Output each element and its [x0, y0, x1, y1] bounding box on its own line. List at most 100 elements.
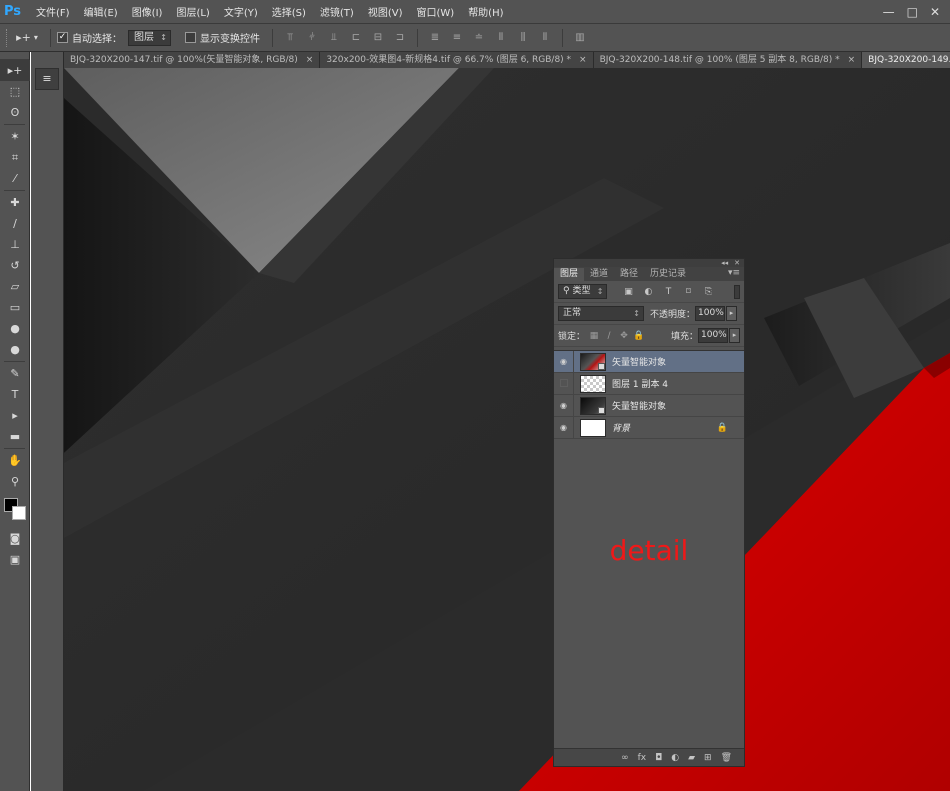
- type-filter-icon[interactable]: T: [661, 285, 675, 299]
- panel-menu-icon[interactable]: ▾≡: [728, 268, 740, 278]
- tab-close-icon[interactable]: ×: [579, 52, 587, 68]
- move-tool[interactable]: ▸+: [0, 60, 30, 81]
- visibility-eye-icon[interactable]: ◉: [554, 394, 574, 417]
- background-color-swatch[interactable]: [12, 506, 26, 520]
- lasso-tool[interactable]: ʘ: [0, 102, 30, 123]
- document-tab[interactable]: BJQ-320X200-147.tif @ 100%(矢量智能对象, RGB/8…: [64, 52, 321, 68]
- opacity-slider-button[interactable]: ▸: [726, 306, 738, 321]
- menu-item[interactable]: 滤镜(T): [320, 4, 354, 19]
- menu-item[interactable]: 图像(I): [132, 4, 163, 19]
- adjustment-layer-icon[interactable]: ◐: [671, 753, 679, 763]
- zoom-tool[interactable]: ⚲: [0, 471, 30, 492]
- menu-item[interactable]: 文件(F): [36, 4, 70, 19]
- layer-row[interactable]: ◉ 背景 🔒: [554, 416, 744, 439]
- align-left-icon[interactable]: ⊏: [347, 30, 365, 46]
- filter-kind-dropdown[interactable]: ⚲ 类型: [558, 284, 608, 299]
- blend-mode-dropdown[interactable]: 正常: [558, 306, 644, 321]
- visibility-eye-icon[interactable]: ◉: [554, 350, 574, 373]
- opacity-input[interactable]: 100%: [695, 306, 726, 321]
- delete-layer-icon[interactable]: 🗑: [721, 753, 732, 763]
- lock-position-icon[interactable]: ✥: [618, 331, 630, 341]
- menu-item[interactable]: 选择(S): [272, 4, 306, 19]
- document-canvas[interactable]: [64, 68, 950, 791]
- dodge-tool[interactable]: ●: [0, 339, 30, 360]
- crop-tool[interactable]: ⌗: [0, 147, 30, 168]
- eyedropper-tool[interactable]: ⁄: [0, 168, 30, 189]
- show-transform-checkbox[interactable]: [185, 32, 196, 43]
- menu-item[interactable]: 编辑(E): [84, 4, 118, 19]
- adjustment-filter-icon[interactable]: ◐: [641, 285, 655, 299]
- magic-wand-tool[interactable]: ✶: [0, 126, 30, 147]
- document-tab[interactable]: BJQ-320X200-148.tif @ 100% (图层 5 副本 8, R…: [593, 52, 863, 68]
- brush-tool[interactable]: ∕: [0, 213, 30, 234]
- fill-input[interactable]: 100%: [698, 328, 728, 343]
- filter-toggle[interactable]: [734, 284, 740, 299]
- distribute-hcenter-icon[interactable]: ⫼: [514, 30, 532, 46]
- fill-slider-button[interactable]: ▸: [729, 328, 740, 343]
- tab-close-icon[interactable]: ×: [848, 52, 856, 68]
- visibility-eye-icon[interactable]: [554, 372, 574, 395]
- auto-select-checkbox[interactable]: ✓: [57, 32, 68, 43]
- new-group-icon[interactable]: ▰: [688, 753, 695, 763]
- smart-object-filter-icon[interactable]: ⎘: [701, 285, 715, 299]
- close-icon[interactable]: ✕: [930, 5, 940, 19]
- menu-item[interactable]: 图层(L): [176, 4, 209, 19]
- tab-close-icon[interactable]: ×: [306, 52, 314, 68]
- history-brush-tool[interactable]: ↺: [0, 255, 30, 276]
- shape-tool[interactable]: ▬: [0, 426, 30, 447]
- auto-select-dropdown[interactable]: 图层: [128, 29, 171, 46]
- layers-panel-titlebar[interactable]: ◂◂ ✕: [554, 259, 744, 267]
- pen-tool[interactable]: ✎: [0, 363, 30, 384]
- panel-tab[interactable]: 历史记录: [644, 268, 692, 281]
- document-tab[interactable]: 320x200-效果图4-新规格4.tif @ 66.7% (图层 6, RGB…: [320, 52, 594, 68]
- layer-name[interactable]: 图层 1 副本 4: [612, 377, 668, 390]
- document-tab[interactable]: BJQ-320X200-149.tif: [862, 52, 950, 68]
- collapse-icon[interactable]: ◂◂: [721, 259, 728, 267]
- gradient-tool[interactable]: ▭: [0, 297, 30, 318]
- type-tool[interactable]: T: [0, 384, 30, 405]
- menu-item[interactable]: 帮助(H): [468, 4, 503, 19]
- image-filter-icon[interactable]: ▣: [621, 285, 635, 299]
- blur-tool[interactable]: ●: [0, 318, 30, 339]
- layer-row[interactable]: 图层 1 副本 4: [554, 372, 744, 395]
- minimize-icon[interactable]: —: [883, 5, 895, 19]
- path-select-tool[interactable]: ▸: [0, 405, 30, 426]
- distribute-top-icon[interactable]: ≣: [426, 30, 444, 46]
- distribute-vcenter-icon[interactable]: ≡: [448, 30, 466, 46]
- align-vcenter-icon[interactable]: ⫩: [303, 30, 321, 46]
- align-right-icon[interactable]: ⊐: [391, 30, 409, 46]
- align-hcenter-icon[interactable]: ⊟: [369, 30, 387, 46]
- stamp-tool[interactable]: ⊥: [0, 234, 30, 255]
- auto-align-icon[interactable]: ▥: [571, 30, 589, 46]
- new-layer-icon[interactable]: ⊞: [704, 753, 712, 763]
- layer-row[interactable]: ◉ 矢量智能对象: [554, 394, 744, 417]
- distribute-left-icon[interactable]: ⦀: [492, 30, 510, 46]
- screen-mode-icon[interactable]: ▣: [0, 549, 30, 570]
- layer-name[interactable]: 背景: [612, 421, 630, 434]
- fx-icon[interactable]: fx: [638, 753, 647, 763]
- layer-row[interactable]: ◉ 矢量智能对象: [554, 350, 744, 373]
- marquee-tool[interactable]: ⬚: [0, 81, 30, 102]
- panel-tab[interactable]: 路径: [614, 268, 644, 281]
- toolbar-grip[interactable]: [0, 52, 29, 60]
- align-bottom-icon[interactable]: ⫫: [325, 30, 343, 46]
- panel-close-icon[interactable]: ✕: [734, 259, 740, 267]
- eraser-tool[interactable]: ▱: [0, 276, 30, 297]
- lock-pixels-icon[interactable]: ∕: [603, 331, 615, 341]
- tool-preset-picker[interactable]: ▸+ ▾: [10, 31, 44, 44]
- distribute-right-icon[interactable]: ⫴: [536, 30, 554, 46]
- align-top-icon[interactable]: ⫪: [281, 30, 299, 46]
- distribute-bottom-icon[interactable]: ≐: [470, 30, 488, 46]
- quick-mask-icon[interactable]: ◙: [0, 528, 30, 549]
- panel-tab[interactable]: 通道: [584, 268, 614, 281]
- lock-all-icon[interactable]: 🔒: [633, 331, 645, 341]
- add-mask-icon[interactable]: ◘: [655, 753, 662, 763]
- restore-icon[interactable]: □: [907, 5, 918, 19]
- panel-tab[interactable]: 图层: [554, 268, 585, 281]
- layer-name[interactable]: 矢量智能对象: [612, 355, 666, 368]
- healing-tool[interactable]: ✚: [0, 192, 30, 213]
- properties-panel-icon[interactable]: ≡: [35, 68, 59, 90]
- shape-filter-icon[interactable]: ⌑: [681, 285, 695, 299]
- visibility-eye-icon[interactable]: ◉: [554, 416, 574, 439]
- menu-item[interactable]: 视图(V): [368, 4, 403, 19]
